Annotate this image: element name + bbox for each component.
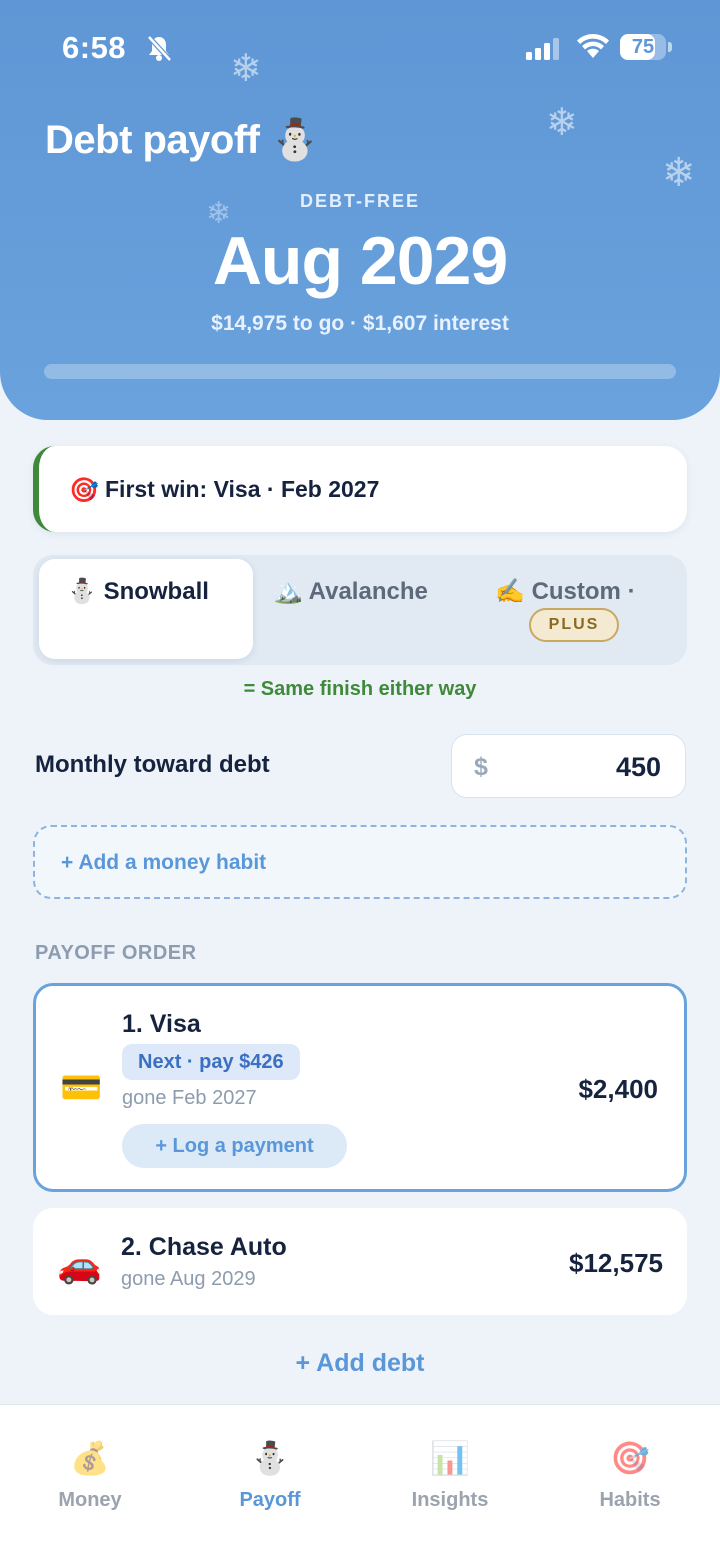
first-win-card[interactable]: 🎯 First win: Visa · Feb 2027 bbox=[33, 446, 687, 532]
tab-habits-label: Habits bbox=[599, 1489, 661, 1511]
monthly-label: Monthly toward debt bbox=[35, 751, 270, 778]
next-payment-badge: Next · pay $426 bbox=[122, 1044, 300, 1080]
debt-card-chase-auto[interactable]: 🚗 2. Chase Auto gone Aug 2029 $12,575 bbox=[33, 1208, 687, 1315]
tab-avalanche[interactable]: 🏔️ Avalanche bbox=[273, 577, 428, 606]
currency-symbol: $ bbox=[474, 753, 488, 781]
tab-insights[interactable]: 📊 Insights bbox=[360, 1405, 540, 1558]
tab-custom[interactable]: ✍️ Custom · bbox=[495, 577, 636, 606]
battery-indicator: 75 bbox=[620, 34, 666, 60]
debt-gone-date: gone Aug 2029 bbox=[121, 1268, 256, 1290]
add-money-habit-label: + Add a money habit bbox=[61, 851, 267, 874]
debt-name: 2. Chase Auto bbox=[121, 1233, 287, 1261]
snowflake-icon: ❄ bbox=[230, 46, 262, 90]
page-title: Debt payoff ⛄ bbox=[45, 118, 320, 162]
bell-muted-icon bbox=[147, 35, 172, 62]
tab-payoff[interactable]: ⛄ Payoff bbox=[180, 1405, 360, 1558]
plus-badge: PLUS bbox=[529, 608, 619, 642]
hero-header: 6:58 75 ❄ ❄ ❄ ❄ Debt payoff ⛄ DEBT-FREE … bbox=[0, 0, 720, 420]
snowball-label: Snowball bbox=[103, 578, 209, 605]
bar-chart-icon: 📊 bbox=[430, 1440, 470, 1476]
tab-snowball[interactable] bbox=[39, 559, 253, 659]
first-win-text: First win: Visa · Feb 2027 bbox=[105, 476, 380, 502]
payoff-progress-bar bbox=[44, 364, 676, 379]
debt-balance: $2,400 bbox=[578, 1074, 658, 1104]
tab-habits[interactable]: 🎯 Habits bbox=[540, 1405, 720, 1558]
payoff-order-heading: PAYOFF ORDER bbox=[35, 942, 197, 964]
remaining-summary: $14,975 to go · $1,607 interest bbox=[211, 312, 509, 335]
tab-snowball-label[interactable]: ⛄ Snowball bbox=[67, 577, 209, 606]
bottom-tab-bar: 💰 Money ⛄ Payoff 📊 Insights 🎯 Habits bbox=[0, 1404, 720, 1558]
avalanche-label: Avalanche bbox=[308, 578, 428, 605]
cellular-signal-icon bbox=[526, 38, 559, 60]
target-icon: 🎯 bbox=[610, 1440, 650, 1476]
status-time: 6:58 bbox=[62, 30, 127, 65]
snowflake-icon: ❄ bbox=[662, 150, 696, 196]
tab-insights-label: Insights bbox=[411, 1489, 489, 1511]
add-debt-button[interactable]: + Add debt bbox=[0, 1349, 720, 1378]
target-icon: 🎯 bbox=[69, 477, 99, 504]
snowman-icon: ⛄ bbox=[250, 1440, 290, 1476]
money-bag-icon: 💰 bbox=[70, 1440, 110, 1476]
log-payment-button[interactable]: + Log a payment bbox=[122, 1124, 347, 1168]
writing-hand-icon: ✍️ bbox=[495, 578, 525, 605]
debt-free-label: DEBT-FREE bbox=[299, 191, 420, 211]
strategy-selector: ⛄ Snowball 🏔️ Avalanche ✍️ Custom · PLUS bbox=[33, 555, 687, 665]
tab-payoff-label: Payoff bbox=[239, 1489, 301, 1511]
tab-money[interactable]: 💰 Money bbox=[0, 1405, 180, 1558]
tab-money-label: Money bbox=[58, 1489, 122, 1511]
monthly-amount-input[interactable]: $ 450 bbox=[451, 734, 686, 798]
wifi-icon bbox=[577, 34, 609, 58]
add-money-habit-button[interactable]: + Add a money habit bbox=[33, 825, 687, 899]
snowman-icon: ⛄ bbox=[67, 578, 97, 605]
debt-balance: $12,575 bbox=[569, 1248, 663, 1278]
monthly-amount-value[interactable]: 450 bbox=[616, 752, 661, 783]
battery-percent: 75 bbox=[631, 36, 655, 58]
car-icon: 🚗 bbox=[57, 1244, 102, 1285]
debt-name: 1. Visa bbox=[122, 1010, 201, 1038]
snowflake-icon: ❄ bbox=[546, 100, 578, 144]
mountain-icon: 🏔️ bbox=[273, 578, 303, 605]
debt-free-date: Aug 2029 bbox=[212, 223, 508, 299]
strategy-note: = Same finish either way bbox=[243, 678, 477, 700]
custom-label: Custom · bbox=[531, 578, 636, 605]
credit-card-icon: 💳 bbox=[60, 1069, 103, 1107]
battery-nub bbox=[668, 42, 672, 52]
debt-card-visa[interactable]: 💳 1. Visa Next · pay $426 gone Feb 2027 … bbox=[33, 983, 687, 1192]
debt-gone-date: gone Feb 2027 bbox=[122, 1087, 257, 1109]
